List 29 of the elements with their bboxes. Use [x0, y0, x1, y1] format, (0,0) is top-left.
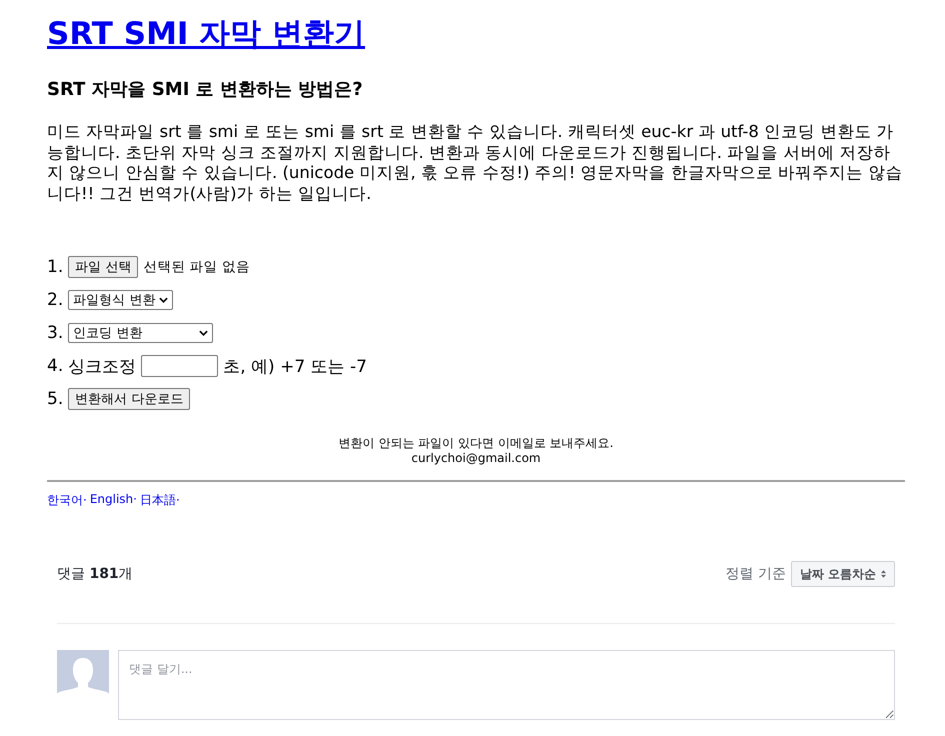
- step-number: 2.: [47, 290, 64, 310]
- step-number: 1.: [47, 257, 64, 277]
- comment-input-field[interactable]: 댓글 달기...: [118, 650, 895, 720]
- language-link[interactable]: English·: [90, 492, 137, 509]
- description-paragraph: 미드 자막파일 srt 를 smi 로 또는 smi 를 srt 로 변환할 수 있습니다. 캐릭터셋 euc-kr 과 utf-8 인코딩 변환도 가능합니다. 초단위 자막 싱크 조절까지 지원합니다. 변환과 동시에 다운로드가 진행됩니다. 파일을 서버에 저장하지 않으니 안심할 수 있습니다. (unicode 미지원, 훇 오류 수정!) 주의! 영문자막을 한글자막으로 바꿔주지는 않습니다!! 그건 번역가(사람)가 하는 일입니다.: [47, 122, 904, 204]
- page-title-link[interactable]: SRT SMI 자막 변환기: [47, 16, 366, 52]
- file-status-text: 선택된 파일 없음: [143, 258, 250, 276]
- dropdown[interactable]: 파일형식 변환: [68, 290, 174, 310]
- avatar-silhouette-icon: [57, 650, 109, 702]
- sort-dropdown[interactable]: 날짜 오름차순: [790, 561, 895, 587]
- convert-download-button[interactable]: 변환해서 다운로드: [68, 388, 190, 410]
- step-number: 5.: [47, 389, 64, 409]
- comment-count: 댓글 181개: [57, 565, 133, 583]
- sync-hint: 초, 예) +7 또는 -7: [223, 356, 367, 378]
- step-number: 3.: [47, 323, 64, 343]
- section-heading: SRT 자막을 SMI 로 변환하는 방법은?: [47, 78, 364, 102]
- language-link[interactable]: 日本語·: [140, 492, 180, 509]
- dropdown[interactable]: 인코딩 변환: [68, 323, 214, 343]
- sort-arrows-icon: [881, 570, 886, 578]
- sort-label: 정렬 기준: [725, 565, 786, 583]
- contact-message: 변환이 안되는 파일이 있다면 이메일로 보내주세요.: [338, 436, 614, 451]
- step-number: 4.: [47, 356, 64, 376]
- chevron-down-icon: [199, 330, 208, 336]
- chevron-down-icon: [159, 297, 168, 303]
- sync-label: 싱크조정: [68, 356, 136, 378]
- language-link[interactable]: 한국어·: [47, 492, 87, 509]
- sync-input-field[interactable]: [141, 355, 218, 377]
- file-choose-button[interactable]: 파일 선택: [68, 256, 138, 278]
- contact-email: curlychoi@gmail.com: [410, 451, 542, 466]
